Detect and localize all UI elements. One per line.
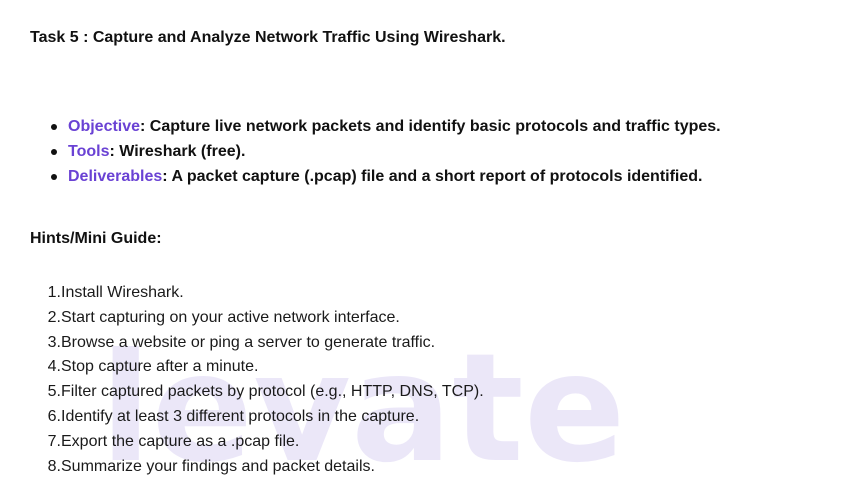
term-text: : Wireshark (free). <box>109 143 246 160</box>
list-item: 6.Identify at least 3 different protocol… <box>42 405 484 430</box>
term-label: Deliverables <box>68 168 163 185</box>
term-text: : A packet capture (.pcap) file and a sh… <box>162 168 703 185</box>
overview-item-objective: Objective: Capture live network packets … <box>48 114 721 139</box>
step-text: Browse a website or ping a server to gen… <box>61 333 436 351</box>
overview-item-deliverables: Deliverables: A packet capture (.pcap) f… <box>48 164 721 189</box>
step-text: Start capturing on your active network i… <box>61 308 400 326</box>
overview-item-tools: Tools: Wireshark (free). <box>48 139 721 164</box>
step-text: Stop capture after a minute. <box>61 358 259 376</box>
step-number: 7. <box>47 432 61 450</box>
list-item: 8.Summarize your findings and packet det… <box>42 455 484 480</box>
list-item: 5.Filter captured packets by protocol (e… <box>42 380 484 405</box>
step-number: 2. <box>47 308 61 326</box>
step-number: 4. <box>47 358 61 376</box>
term-label: Objective <box>68 118 141 135</box>
step-text: Filter captured packets by protocol (e.g… <box>61 383 484 401</box>
step-text: Identify at least 3 different protocols … <box>61 407 420 425</box>
step-number: 3. <box>47 333 61 351</box>
step-text: Summarize your findings and packet detai… <box>61 457 375 475</box>
list-item: 2.Start capturing on your active network… <box>42 306 484 331</box>
guide-heading: Hints/Mini Guide: <box>30 230 162 247</box>
overview-list: Objective: Capture live network packets … <box>48 114 721 189</box>
guide-steps-list: 1.Install Wireshark. 2.Start capturing o… <box>42 281 484 479</box>
list-item: 4.Stop capture after a minute. <box>42 355 484 380</box>
step-number: 5. <box>47 383 61 401</box>
step-number: 8. <box>47 457 61 475</box>
step-number: 1. <box>47 284 61 301</box>
list-item: 1.Install Wireshark. <box>42 281 484 306</box>
step-text: Export the capture as a .pcap file. <box>61 432 300 450</box>
list-item: 3.Browse a website or ping a server to g… <box>42 331 484 356</box>
term-text: : Capture live network packets and ident… <box>140 118 721 135</box>
term-label: Tools <box>68 143 110 160</box>
list-item: 7.Export the capture as a .pcap file. <box>42 430 484 455</box>
step-text: Install Wireshark. <box>61 284 184 301</box>
step-number: 6. <box>47 407 61 425</box>
task-title: Task 5 : Capture and Analyze Network Tra… <box>30 29 506 46</box>
